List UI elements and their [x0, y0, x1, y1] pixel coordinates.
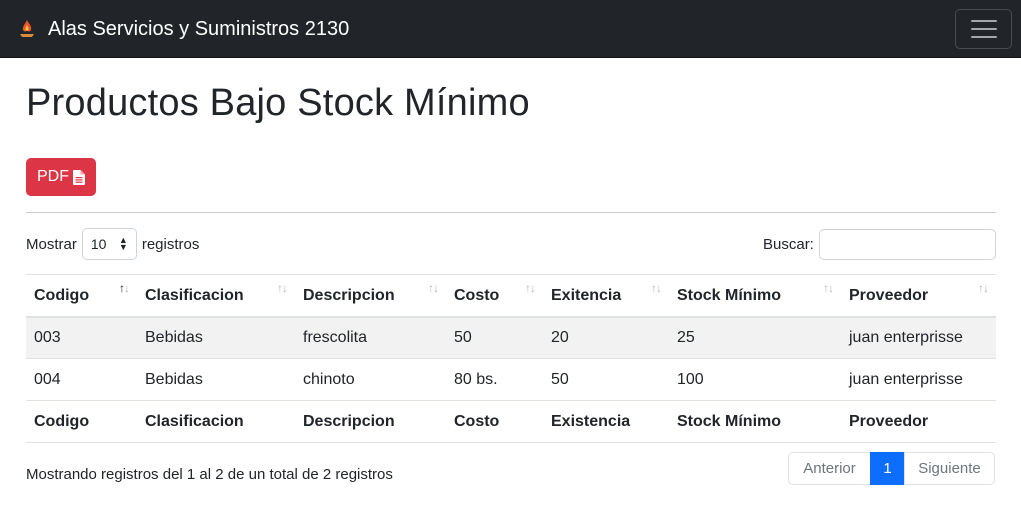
- length-suffix-label: registros: [141, 235, 200, 253]
- divider: [26, 212, 996, 213]
- column-header[interactable]: Descripcion ↑↓: [295, 274, 446, 318]
- sort-icon: ↑↓: [428, 281, 439, 295]
- table-cell: frescolita: [295, 316, 446, 359]
- table-row: 003 Bebidas frescolita 50 20 25 juan ent…: [26, 316, 996, 359]
- column-footer: Descripcion: [295, 400, 446, 443]
- page-length-value: 10: [90, 236, 107, 252]
- pagination: Anterior 1 Siguiente: [788, 452, 995, 485]
- flame-icon: [20, 20, 34, 37]
- select-arrows-icon: ▲ ▼: [118, 235, 128, 252]
- table-cell: juan enterprisse: [841, 358, 996, 401]
- search-input[interactable]: [818, 229, 996, 260]
- table-cell: Bebidas: [137, 316, 295, 359]
- table-cell: 004: [26, 358, 137, 401]
- table-cell: 25: [669, 316, 841, 359]
- pagination-next-button[interactable]: Siguiente: [904, 452, 995, 485]
- pdf-button-label: PDF: [37, 168, 69, 185]
- sort-icon: ↑↓: [651, 281, 662, 295]
- table-cell: 50: [543, 358, 669, 401]
- column-footer: Codigo: [26, 400, 137, 443]
- table-header-row: Codigo ↑↓ Clasificacion ↑↓ Descripcion ↑↓ C…: [26, 274, 996, 318]
- sort-icon: ↑↓: [823, 281, 834, 295]
- table-row: 004 Bebidas chinoto 80 bs. 50 100 juan e…: [26, 358, 996, 401]
- navbar-toggler-button[interactable]: [955, 9, 1012, 49]
- sort-icon: ↑↓: [277, 281, 288, 295]
- column-footer: Proveedor: [841, 400, 996, 443]
- file-text-icon: [73, 169, 85, 185]
- column-header[interactable]: Exitencia ↑↓: [543, 274, 669, 318]
- column-footer: Existencia: [543, 400, 669, 443]
- column-header[interactable]: Codigo ↑↓: [26, 274, 137, 318]
- hamburger-menu-icon: [970, 19, 997, 39]
- table-info-text: Mostrando registros del 1 al 2 de un tot…: [26, 466, 393, 483]
- column-header[interactable]: Stock Mínimo ↑↓: [669, 274, 841, 318]
- sort-icon: ↑↓: [525, 281, 536, 295]
- pagination-page-button[interactable]: 1: [870, 452, 905, 485]
- table-cell: 100: [669, 358, 841, 401]
- products-table: Codigo ↑↓ Clasificacion ↑↓ Descripcion ↑↓ C…: [26, 274, 996, 443]
- table-cell: 003: [26, 316, 137, 359]
- table-cell: chinoto: [295, 358, 446, 401]
- sort-icon: ↑↓: [119, 281, 130, 295]
- column-footer: Clasificacion: [137, 400, 295, 443]
- page-length-control: Mostrar 10 ▲ ▼ registros: [26, 228, 199, 260]
- table-cell: 80 bs.: [446, 358, 543, 401]
- pdf-export-button[interactable]: PDF: [26, 158, 96, 196]
- table-footer-row: Codigo Clasificacion Descripcion Costo E…: [26, 400, 996, 443]
- column-footer: Costo: [446, 400, 543, 443]
- table-cell: juan enterprisse: [841, 316, 996, 359]
- pagination-previous-button[interactable]: Anterior: [788, 452, 871, 485]
- length-prefix-label: Mostrar: [26, 235, 77, 253]
- column-header[interactable]: Proveedor ↑↓: [841, 274, 996, 318]
- table-search: Buscar:: [763, 229, 996, 260]
- brand-name: Alas Servicios y Suministros 2130: [48, 17, 350, 40]
- page-title: Productos Bajo Stock Mínimo: [26, 82, 530, 124]
- column-header[interactable]: Clasificacion ↑↓: [137, 274, 295, 318]
- navbar-brand[interactable]: Alas Servicios y Suministros 2130: [16, 0, 349, 58]
- sort-icon: ↑↓: [978, 281, 989, 295]
- top-navbar: Alas Servicios y Suministros 2130: [0, 0, 1021, 58]
- table-cell: 20: [543, 316, 669, 359]
- table-cell: 50: [446, 316, 543, 359]
- column-footer: Stock Mínimo: [669, 400, 841, 443]
- column-header[interactable]: Costo ↑↓: [446, 274, 543, 318]
- page-length-select[interactable]: 10 ▲ ▼: [81, 228, 137, 260]
- table-cell: Bebidas: [137, 358, 295, 401]
- search-label: Buscar:: [763, 236, 814, 253]
